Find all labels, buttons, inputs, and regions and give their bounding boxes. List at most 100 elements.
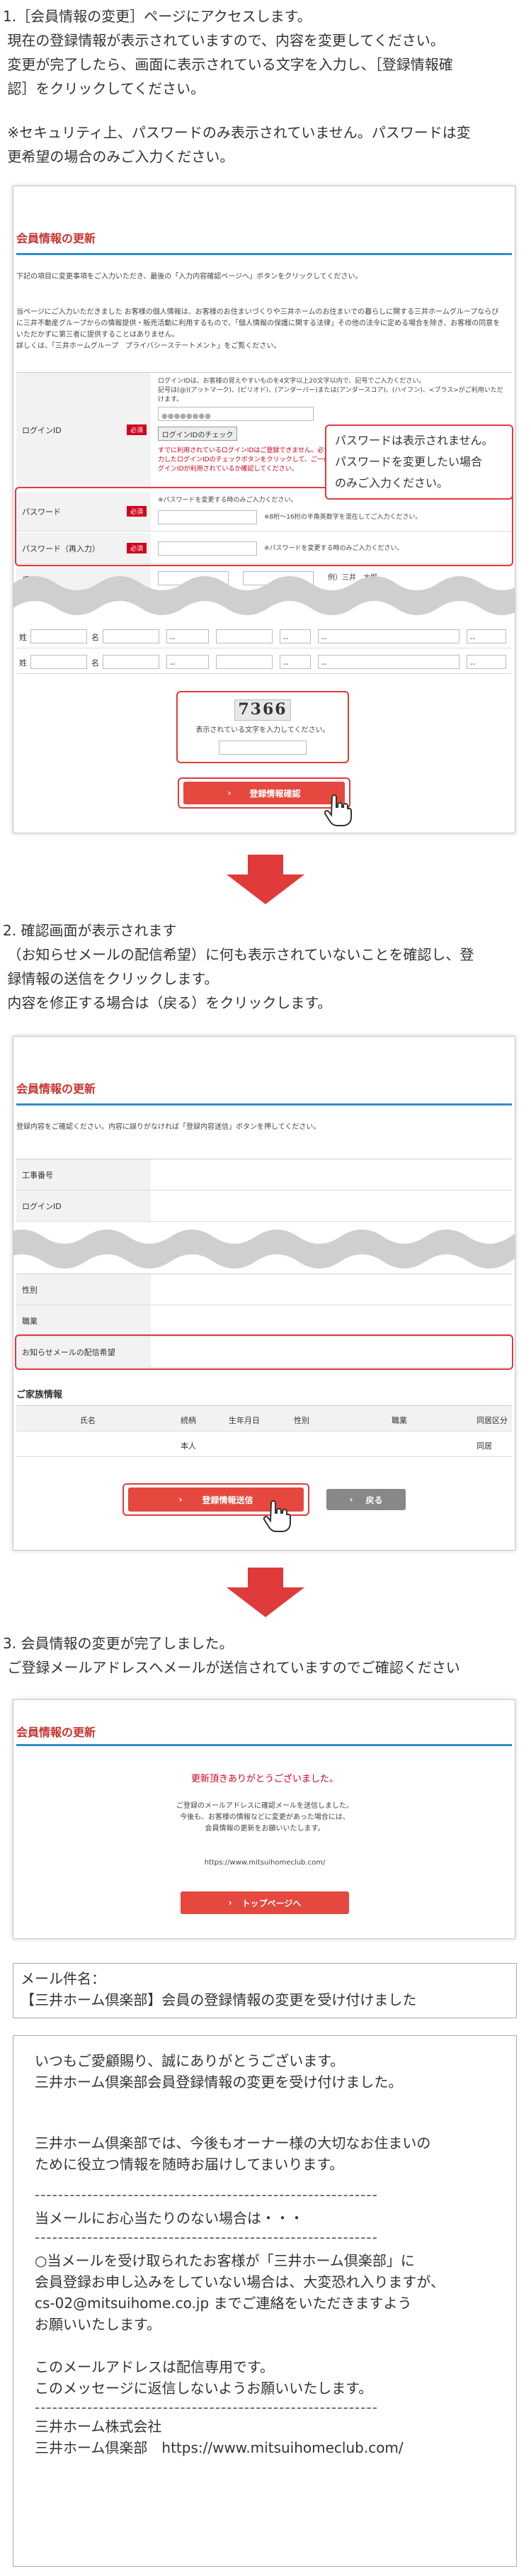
construction-number-row: 工事番号 [16,1159,512,1191]
captcha-input[interactable] [219,741,307,755]
captcha-prompt: 表示されている文字を入力してください。 [195,726,330,734]
family-last-input[interactable] [30,655,87,669]
login-id-label: ログインID [16,1191,151,1221]
mail-divider: ----------------------------------------… [35,2186,378,2203]
construction-number-label: 工事番号 [16,1159,151,1190]
site-url[interactable]: https://www.mitsuihomeclub.com/ [13,1857,515,1869]
page-title: 会員情報の更新 [16,232,96,245]
family-first-input[interactable] [103,629,159,643]
header-name: 氏名 [80,1416,96,1425]
cursor-hand-icon [263,1500,291,1532]
back-button[interactable]: › 戻る [326,1489,406,1510]
header-residence: 同居区分 [476,1416,508,1425]
screenshot-edit-form: 会員情報の更新 下記の項目に変更事項をご入力いただき、最後の「入力内容確認ページ… [13,186,515,833]
family-first-input[interactable] [103,655,159,669]
mail-greeting: いつもご愛顧賜り、誠にありがとうございます。 三井ホーム倶楽部会員登録情報の変更… [35,2052,403,2091]
intro-text: 登録内容をご確認ください。内容に誤りがなければ「登録内容送信」ボタンを押してくだ… [16,1123,321,1131]
login-id-label: ログインID 必須 [16,373,151,487]
occupation-label: 職業 [16,1305,151,1336]
birthday-input[interactable] [216,629,273,643]
mail-notice: ○当メールを受け取られたお客様が「三井ホーム倶楽部」に 会員登録お申し込みをして… [35,2252,445,2333]
occupation-row: 職業 [16,1305,512,1337]
step2-instructions: 2. 確認画面が表示されます （お知らせメールの配信希望）に何も表示されていない… [3,922,474,1011]
family-section-title: ご家族情報 [16,1390,63,1400]
top-page-button[interactable]: › トップページへ [181,1891,349,1914]
mail-company: 三井ホーム株式会社 [35,2418,162,2435]
screenshot-complete: 会員情報の更新 更新頂きありがとうございました。 ご登録のメールアドレスに確認メ… [13,1699,515,1939]
step1-instructions: 1.［会員情報の変更］ページにアクセスします。 現在の登録情報が表示されています… [3,8,453,97]
step3-instructions: 3. 会員情報の変更が完了しました。 ご登録メールアドレスへメールが送信されてい… [3,1635,460,1676]
submit-button-label: 登録情報送信 [202,1495,253,1505]
chevron-right-icon: › [349,1495,353,1504]
confirm-button[interactable]: › 登録情報確認 [183,782,345,804]
page-title: 会員情報の更新 [16,1082,96,1096]
occupation-select[interactable]: -- [318,655,459,669]
relation-select[interactable]: -- [166,629,209,643]
login-id-input[interactable]: ●●●●●●●● [158,407,314,421]
header-birthday: 生年月日 [229,1416,260,1425]
mail-body-box: いつもご愛顧賜り、誠にありがとうございます。 三井ホーム倶楽部会員登録情報の変更… [13,2035,517,2567]
gender-row: 性別 [16,1274,512,1305]
header-occupation: 職業 [392,1416,407,1425]
arrow-down-icon [227,1568,304,1617]
newsletter-highlight [15,1334,513,1370]
step1-note: ※セキュリティ上、パスワードのみ表示されていません。パスワードは変 更希望の場合… [7,124,471,165]
mail-send-only: このメールアドレスは配信専用です。 このメッセージに返信しないようお願いいたしま… [35,2358,373,2397]
table-row: 本人 同居 [16,1432,512,1457]
arrow-down-icon [227,855,304,904]
privacy-text: 当ページにご入力いただきました お客様の個人情報は、お客様のお住まいづくりや三井… [16,308,501,350]
completion-body: ご登録のメールアドレスに確認メールを送信しました。 今後も、お客様の情報などに変… [176,1802,353,1833]
residence-select[interactable]: -- [467,629,506,643]
gender-select[interactable]: -- [280,629,311,643]
occupation-select[interactable]: -- [318,629,459,643]
login-id-warning: すでに利用されているログインIDはご登録できません。必ず入力したログインIDのチ… [158,447,337,473]
cursor-hand-icon [324,794,352,826]
title-underline [16,253,512,255]
mail-divider: ----------------------------------------… [35,2229,378,2246]
password-callout: パスワードは表示されません。 パスワードを変更したい場合 のみご入力ください。 [325,424,513,500]
intro-text: 下記の項目に変更事項をご入力いただき、最後の「入力内容確認ページへ」ボタンをクリ… [16,273,362,281]
mail-subject-label: メール件名： [21,1970,105,1987]
birthday-input[interactable] [216,655,273,669]
family-residence-value: 同居 [476,1441,492,1451]
confirm-button-label: 登録情報確認 [249,788,301,799]
mail-club: 三井ホーム倶楽部 https://www.mitsuihomeclub.com/ [35,2439,404,2456]
mail-notice-title: 当メールにお心当たりのない場合は・・・ [35,2210,304,2227]
family-row-2: 姓 名 -- -- -- -- [16,650,512,674]
captcha-image: 7366 [234,699,291,721]
page-title: 会員情報の更新 [16,1726,96,1739]
torn-edge-divider [13,1230,515,1269]
header-relation: 続柄 [181,1416,196,1425]
back-button-label: 戻る [365,1495,383,1505]
top-page-button-label: トップページへ [241,1898,302,1908]
family-relation-value: 本人 [181,1441,196,1451]
relation-select[interactable]: -- [166,655,209,669]
title-underline [16,1103,512,1106]
family-row-1: 姓 名 -- -- -- -- [16,624,512,648]
family-table-header: 氏名 続柄 生年月日 性別 職業 同居区分 [16,1406,512,1432]
login-id-row: ログインID [16,1191,512,1222]
chevron-right-icon: › [227,788,232,798]
residence-select[interactable]: -- [467,655,506,669]
gender-label: 性別 [16,1274,151,1305]
mail-subject-box: メール件名： 【三井ホーム倶楽部】会員の登録情報の変更を受け付けました [13,1963,517,2018]
header-gender: 性別 [294,1416,309,1425]
required-badge: 必須 [126,424,147,435]
chevron-right-icon: › [228,1898,232,1908]
family-first-label: 名 [91,633,99,642]
chevron-right-icon: › [178,1495,183,1504]
thanks-text: 更新頂きありがとうございました。 [190,1774,338,1784]
family-last-input[interactable] [30,629,87,643]
family-first-label: 名 [91,658,99,668]
family-last-label: 姓 [19,633,27,642]
mail-divider: ----------------------------------------… [35,2399,378,2416]
login-id-hint: ログインIDは、お客様の覚えやすいものを4文字以上20文字以内で、記号でご入力く… [158,378,503,403]
login-id-check-button[interactable]: ログインIDのチェック [158,427,237,441]
confirm-table-top: 工事番号 ログインID [16,1159,512,1222]
family-table: 氏名 続柄 生年月日 性別 職業 同居区分 本人 同居 [16,1405,512,1458]
title-underline [16,1744,512,1746]
mail-subject: 【三井ホーム倶楽部】会員の登録情報の変更を受け付けました [21,1991,417,2008]
mail-body: 三井ホーム倶楽部では、今後もオーナー様の大切なお住まいの ために役立つ情報を随時… [35,2135,431,2173]
torn-edge-divider [13,576,515,615]
gender-select[interactable]: -- [280,655,311,669]
